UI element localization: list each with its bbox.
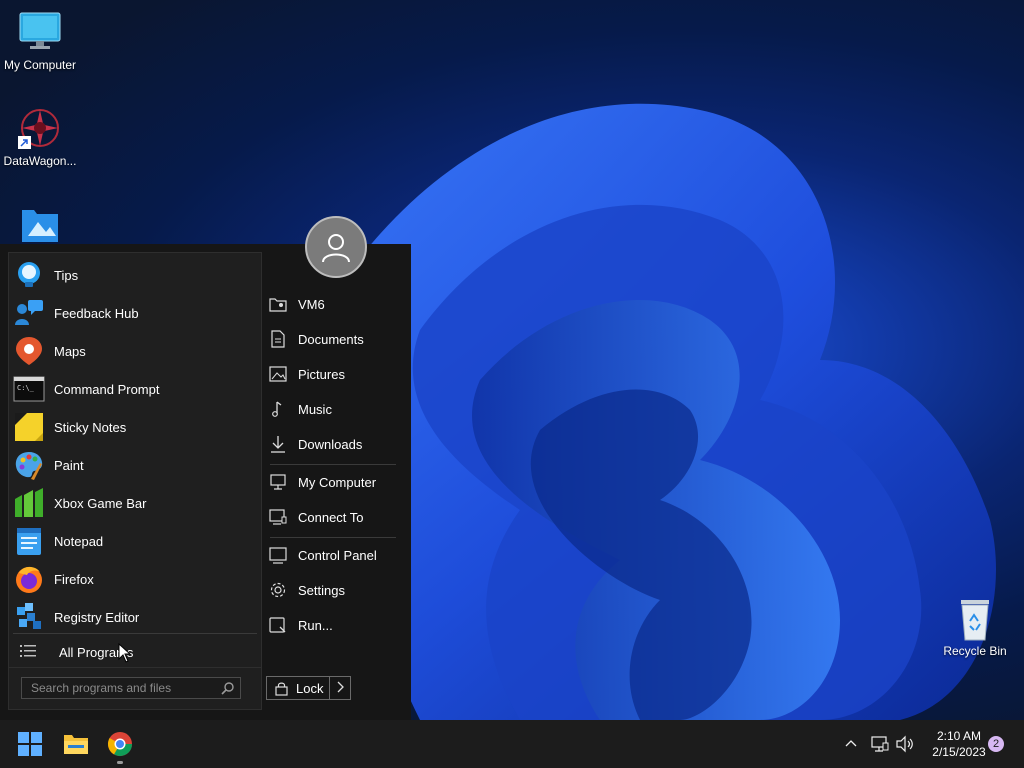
program-item-maps[interactable]: Maps <box>11 333 259 369</box>
right-item-pictures[interactable]: Pictures <box>268 359 404 389</box>
program-item-firefox[interactable]: Firefox <box>11 561 259 597</box>
picture-icon <box>268 364 288 384</box>
volume-tray-button[interactable] <box>895 720 915 768</box>
speaker-icon <box>896 735 913 753</box>
right-item-downloads[interactable]: Downloads <box>268 429 404 459</box>
user-folder-icon <box>268 294 288 314</box>
registry-editor-icon <box>13 601 45 633</box>
tips-bulb-icon <box>13 259 45 291</box>
folder-icon <box>64 735 88 754</box>
program-item-xbox-game-bar[interactable]: Xbox Game Bar <box>11 485 259 521</box>
start-button[interactable] <box>10 724 50 764</box>
mouse-cursor-icon <box>118 642 132 668</box>
start-menu-program-list: Tips Feedback Hub Maps C:\_ Command Prom… <box>8 252 262 710</box>
network-icon <box>871 736 889 752</box>
program-item-registry-editor[interactable]: Registry Editor <box>11 599 259 635</box>
connect-to-icon <box>268 507 288 527</box>
right-item-settings[interactable]: Settings <box>268 575 404 605</box>
file-explorer-button[interactable] <box>56 724 96 764</box>
lock-button[interactable]: Lock <box>266 676 330 700</box>
monitor-icon <box>18 10 62 54</box>
network-tray-button[interactable] <box>870 720 890 768</box>
notepad-icon <box>13 525 45 557</box>
paint-palette-icon <box>13 449 45 481</box>
chevron-up-icon <box>845 740 857 747</box>
search-placeholder: Search programs and files <box>31 681 172 695</box>
document-icon <box>268 329 288 349</box>
right-item-run[interactable]: Run... <box>268 610 404 640</box>
svg-text:C:\_: C:\_ <box>17 384 35 392</box>
command-prompt-icon: C:\_ <box>13 373 45 405</box>
program-list-divider <box>13 633 257 634</box>
search-input[interactable]: Search programs and files <box>21 677 241 699</box>
chrome-button[interactable] <box>100 724 140 764</box>
right-item-control-panel[interactable]: Control Panel <box>268 540 404 570</box>
taskbar-clock[interactable]: 2:10 AM 2/15/2023 <box>920 728 998 760</box>
maps-pin-icon <box>13 335 45 367</box>
desktop-icon-my-computer[interactable]: My Computer <box>0 10 80 72</box>
gear-icon <box>268 580 288 600</box>
sticky-notes-icon <box>13 411 45 443</box>
recycle-bin-icon <box>953 596 997 641</box>
right-item-vm6[interactable]: VM6 <box>268 289 404 319</box>
windows-logo-icon <box>18 732 42 756</box>
feedback-hub-icon <box>13 297 45 329</box>
program-item-command-prompt[interactable]: C:\_ Command Prompt <box>11 371 259 407</box>
program-item-sticky-notes[interactable]: Sticky Notes <box>11 409 259 445</box>
notification-badge[interactable]: 2 <box>988 736 1004 752</box>
taskbar: 2:10 AM 2/15/2023 <box>0 720 1024 768</box>
program-item-feedback-hub[interactable]: Feedback Hub <box>11 295 259 331</box>
control-panel-icon <box>268 545 288 565</box>
music-note-icon <box>268 399 288 419</box>
chevron-right-icon <box>336 681 344 696</box>
desktop-icon-recycle-bin[interactable]: Recycle Bin <box>935 596 1015 658</box>
power-options-arrow-button[interactable] <box>329 676 351 700</box>
program-item-paint[interactable]: Paint <box>11 447 259 483</box>
all-programs-button[interactable]: All Programs <box>11 637 259 667</box>
xbox-game-bar-icon <box>13 487 45 519</box>
right-item-documents[interactable]: Documents <box>268 324 404 354</box>
run-icon <box>268 615 288 635</box>
program-item-notepad[interactable]: Notepad <box>11 523 259 559</box>
firefox-icon <box>13 563 45 595</box>
desktop-icon-datawagon[interactable]: DataWagon... <box>0 106 80 168</box>
search-icon <box>221 681 235 698</box>
chrome-icon <box>107 732 132 757</box>
clock-date: 2/15/2023 <box>932 745 986 759</box>
right-item-connect-to[interactable]: Connect To <box>268 502 404 532</box>
search-divider <box>9 667 261 668</box>
right-item-my-computer[interactable]: My Computer <box>268 467 404 497</box>
clock-time: 2:10 AM <box>936 729 982 743</box>
datawagon-shortcut-icon <box>18 106 62 150</box>
right-divider-2 <box>270 537 396 538</box>
program-item-tips[interactable]: Tips <box>11 257 259 293</box>
right-item-music[interactable]: Music <box>268 394 404 424</box>
list-icon <box>19 642 39 662</box>
running-indicator <box>117 761 123 764</box>
user-avatar[interactable] <box>305 216 367 278</box>
user-icon <box>322 234 350 263</box>
show-hidden-icons-button[interactable] <box>842 720 860 768</box>
right-divider-1 <box>270 464 396 465</box>
lock-icon <box>275 681 288 696</box>
download-arrow-icon <box>268 434 288 454</box>
computer-icon <box>268 472 288 492</box>
